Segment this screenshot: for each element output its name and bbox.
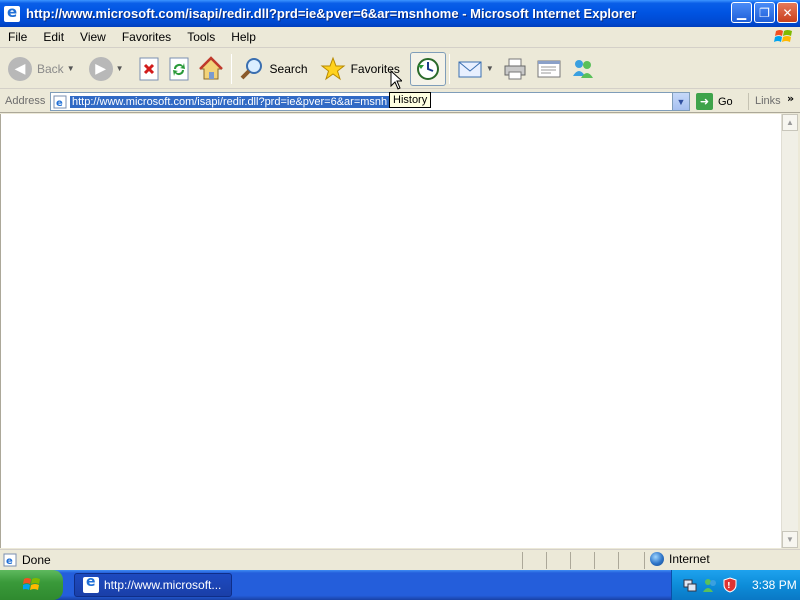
mail-dropdown-icon[interactable]: ▼ bbox=[486, 64, 494, 73]
menu-help[interactable]: Help bbox=[223, 27, 264, 48]
links-separator bbox=[748, 93, 749, 110]
page-icon: e bbox=[3, 553, 17, 567]
stop-icon bbox=[139, 57, 159, 80]
history-button[interactable] bbox=[409, 51, 446, 86]
toolbar-separator bbox=[448, 53, 450, 84]
stop-button[interactable] bbox=[134, 51, 164, 87]
address-dropdown-icon[interactable]: ▼ bbox=[672, 93, 689, 110]
menu-favorites[interactable]: Favorites bbox=[114, 27, 179, 48]
zone-label: Internet bbox=[669, 552, 710, 566]
mail-icon bbox=[458, 61, 482, 77]
go-label: Go bbox=[718, 95, 733, 108]
printer-icon bbox=[504, 58, 526, 79]
edit-page-icon bbox=[537, 60, 561, 77]
star-icon bbox=[320, 56, 346, 80]
status-text: Done bbox=[22, 553, 51, 567]
status-divider bbox=[570, 552, 571, 569]
messenger-tray-icon[interactable] bbox=[702, 577, 718, 593]
home-button[interactable] bbox=[194, 51, 228, 87]
security-zone: Internet bbox=[650, 552, 710, 566]
title-bar[interactable]: http://www.microsoft.com/isapi/redir.dll… bbox=[0, 0, 800, 27]
vertical-scrollbar[interactable]: ▲ ▼ bbox=[781, 114, 798, 548]
clock[interactable]: 3:38 PM bbox=[752, 578, 797, 592]
address-url[interactable]: http://www.microsoft.com/isapi/redir.dll… bbox=[70, 95, 390, 108]
svg-text:e: e bbox=[56, 98, 63, 109]
security-shield-icon[interactable]: ! bbox=[722, 577, 738, 593]
status-divider bbox=[618, 552, 619, 569]
address-label: Address bbox=[5, 95, 46, 107]
maximize-icon: ❐ bbox=[759, 5, 770, 20]
status-divider bbox=[522, 552, 523, 569]
go-arrow-icon: ➜ bbox=[696, 93, 713, 110]
print-button[interactable] bbox=[498, 51, 532, 87]
forward-dropdown-icon[interactable]: ▼ bbox=[116, 64, 124, 73]
search-label: Search bbox=[269, 61, 308, 76]
forward-arrow-icon: ▶ bbox=[88, 56, 113, 81]
history-icon bbox=[416, 57, 439, 80]
svg-text:!: ! bbox=[727, 581, 731, 590]
refresh-icon bbox=[169, 57, 189, 80]
search-icon bbox=[240, 57, 262, 79]
svg-text:e: e bbox=[6, 556, 13, 567]
back-dropdown-icon[interactable]: ▼ bbox=[67, 64, 75, 73]
page-content[interactable] bbox=[0, 114, 781, 548]
scroll-up-icon[interactable]: ▲ bbox=[782, 114, 798, 131]
home-icon bbox=[198, 55, 223, 79]
status-divider bbox=[644, 552, 645, 569]
globe-icon bbox=[650, 552, 664, 566]
close-icon: ✕ bbox=[782, 5, 793, 20]
ie-icon bbox=[4, 3, 20, 22]
edit-button[interactable] bbox=[532, 51, 566, 87]
minimize-icon: ▁ bbox=[736, 5, 747, 20]
ie-icon bbox=[83, 574, 99, 593]
status-bar: e Done Internet bbox=[0, 549, 800, 570]
links-button[interactable]: Links bbox=[755, 95, 781, 107]
chevron-right-icon[interactable]: » bbox=[787, 92, 794, 105]
taskbar-ie-window[interactable]: http://www.microsoft... bbox=[74, 573, 232, 597]
menu-tools[interactable]: Tools bbox=[179, 27, 223, 48]
toolbar-separator bbox=[230, 53, 232, 84]
start-button[interactable] bbox=[0, 570, 63, 600]
taskbar-window-label: http://www.microsoft... bbox=[104, 578, 222, 592]
back-arrow-icon: ◀ bbox=[8, 56, 32, 81]
windows-logo-icon bbox=[774, 30, 792, 42]
maximize-button[interactable]: ❐ bbox=[754, 2, 775, 23]
address-input[interactable]: e http://www.microsoft.com/isapi/redir.d… bbox=[50, 92, 690, 111]
search-button[interactable]: Search bbox=[235, 51, 312, 87]
minimize-button[interactable]: ▁ bbox=[731, 2, 752, 23]
messenger-icon bbox=[572, 59, 593, 78]
close-button[interactable]: ✕ bbox=[777, 2, 798, 23]
messenger-button[interactable] bbox=[566, 51, 600, 87]
page-icon: e bbox=[53, 95, 67, 109]
mouse-cursor-icon bbox=[390, 70, 402, 90]
refresh-button[interactable] bbox=[164, 51, 194, 87]
system-tray: ! 3:38 PM bbox=[671, 570, 800, 600]
forward-button[interactable]: ▶ ▼ bbox=[85, 51, 128, 87]
go-button[interactable]: ➜ Go bbox=[696, 93, 733, 110]
back-label: Back bbox=[37, 61, 64, 76]
menu-bar: File Edit View Favorites Tools Help bbox=[0, 27, 800, 48]
status-divider bbox=[546, 552, 547, 569]
mail-button[interactable]: ▼ bbox=[453, 51, 498, 87]
history-tooltip: History bbox=[389, 92, 432, 108]
menu-file[interactable]: File bbox=[0, 27, 35, 48]
window-controls: ▁ ❐ ✕ bbox=[731, 2, 798, 23]
windows-flag-icon bbox=[22, 578, 40, 590]
back-button[interactable]: ◀ Back ▼ bbox=[4, 51, 79, 87]
taskbar: http://www.microsoft... ! 3:38 PM bbox=[0, 570, 800, 600]
network-icon[interactable] bbox=[682, 577, 698, 593]
status-divider bbox=[594, 552, 595, 569]
menu-view[interactable]: View bbox=[72, 27, 114, 48]
menu-edit[interactable]: Edit bbox=[35, 27, 72, 48]
window-title: http://www.microsoft.com/isapi/redir.dll… bbox=[26, 6, 637, 21]
scroll-down-icon[interactable]: ▼ bbox=[782, 531, 798, 548]
